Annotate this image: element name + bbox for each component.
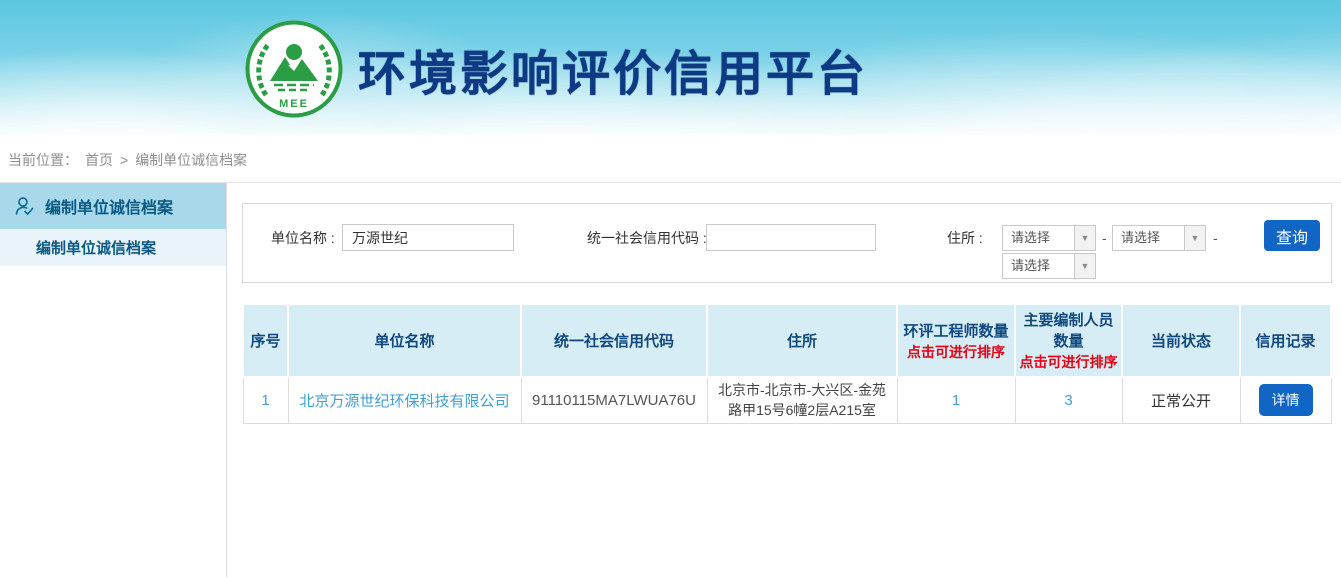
engineer-count-link[interactable]: 1 (952, 392, 960, 409)
cell-action: 详情 (1240, 377, 1331, 423)
detail-button[interactable]: 详情 (1259, 384, 1313, 416)
unit-name-link[interactable]: 北京万源世纪环保科技有限公司 (299, 393, 509, 410)
cell-engineer-count: 1 (897, 377, 1015, 423)
search-panel: 单位名称 : 统一社会信用代码 : 住所 : 请选择 ▼ - 请选择 ▼ - 请… (242, 203, 1332, 283)
city-select[interactable]: 请选择 ▼ (1112, 225, 1206, 251)
district-select-value: 请选择 (1003, 254, 1074, 278)
province-select-value: 请选择 (1003, 226, 1074, 250)
mee-logo-icon: MEE (244, 19, 344, 119)
user-check-icon (13, 195, 35, 217)
address-label: 住所 : (947, 224, 983, 252)
sort-hint: 点击可进行排序 (1018, 352, 1119, 372)
table-header-row: 序号 单位名称 统一社会信用代码 住所 环评工程师数量 点击可进行排序 主要编制… (243, 304, 1331, 377)
credit-code-input[interactable] (706, 224, 876, 251)
credit-code-label: 统一社会信用代码 : (587, 224, 707, 252)
cell-credit-code: 91110115MA7LWUA76U (521, 377, 707, 423)
page: MEE 环境影响评价信用平台 当前位置： 首页 > 编制单位诚信档案 编制单位诚… (0, 0, 1341, 578)
col-credit-record: 信用记录 (1240, 304, 1331, 377)
cell-index: 1 (243, 377, 288, 423)
chevron-down-icon[interactable]: ▼ (1074, 254, 1095, 278)
sidebar-item-credit-archive[interactable]: 编制单位诚信档案 (0, 229, 226, 266)
district-select[interactable]: 请选择 ▼ (1002, 253, 1096, 279)
table-row: 1 北京万源世纪环保科技有限公司 91110115MA7LWUA76U 北京市-… (243, 377, 1331, 423)
col-engineer-count-sortable[interactable]: 环评工程师数量 点击可进行排序 (897, 304, 1015, 377)
main-content: 单位名称 : 统一社会信用代码 : 住所 : 请选择 ▼ - 请选择 ▼ - 请… (227, 183, 1341, 577)
province-select[interactable]: 请选择 ▼ (1002, 225, 1096, 251)
col-index: 序号 (243, 304, 288, 377)
unit-name-input[interactable] (342, 224, 514, 251)
sidebar-header-credit-archive[interactable]: 编制单位诚信档案 (0, 183, 226, 229)
col-staff-count-sortable[interactable]: 主要编制人员数量 点击可进行排序 (1015, 304, 1122, 377)
city-select-value: 请选择 (1113, 226, 1184, 250)
staff-count-link[interactable]: 3 (1064, 392, 1072, 409)
address-dash: - (1102, 225, 1107, 251)
breadcrumb-separator: > (120, 152, 128, 168)
address-dash: - (1213, 225, 1218, 251)
site-title: 环境影响评价信用平台 (358, 34, 868, 104)
svg-text:MEE: MEE (279, 98, 309, 110)
query-button[interactable]: 查询 (1264, 220, 1320, 251)
col-unit-name: 单位名称 (288, 304, 521, 377)
breadcrumb: 当前位置： 首页 > 编制单位诚信档案 (0, 137, 1341, 183)
breadcrumb-home-link[interactable]: 首页 (85, 150, 113, 170)
cell-status: 正常公开 (1122, 377, 1240, 423)
cell-staff-count: 3 (1015, 377, 1122, 423)
breadcrumb-prefix: 当前位置： (8, 150, 78, 170)
chevron-down-icon[interactable]: ▼ (1184, 226, 1205, 250)
sort-hint: 点击可进行排序 (900, 342, 1012, 362)
result-table: 序号 单位名称 统一社会信用代码 住所 环评工程师数量 点击可进行排序 主要编制… (242, 303, 1332, 424)
col-address: 住所 (707, 304, 897, 377)
cell-address: 北京市-北京市-大兴区-金苑路甲15号6幢2层A215室 (707, 377, 897, 423)
site-banner: MEE 环境影响评价信用平台 (0, 0, 1341, 137)
col-credit-code: 统一社会信用代码 (521, 304, 707, 377)
sidebar: 编制单位诚信档案 编制单位诚信档案 (0, 183, 227, 577)
sidebar-header-label: 编制单位诚信档案 (45, 194, 173, 218)
unit-name-label: 单位名称 : (271, 224, 335, 252)
breadcrumb-current: 编制单位诚信档案 (135, 150, 247, 170)
chevron-down-icon[interactable]: ▼ (1074, 226, 1095, 250)
col-status: 当前状态 (1122, 304, 1240, 377)
cell-unit-name: 北京万源世纪环保科技有限公司 (288, 377, 521, 423)
